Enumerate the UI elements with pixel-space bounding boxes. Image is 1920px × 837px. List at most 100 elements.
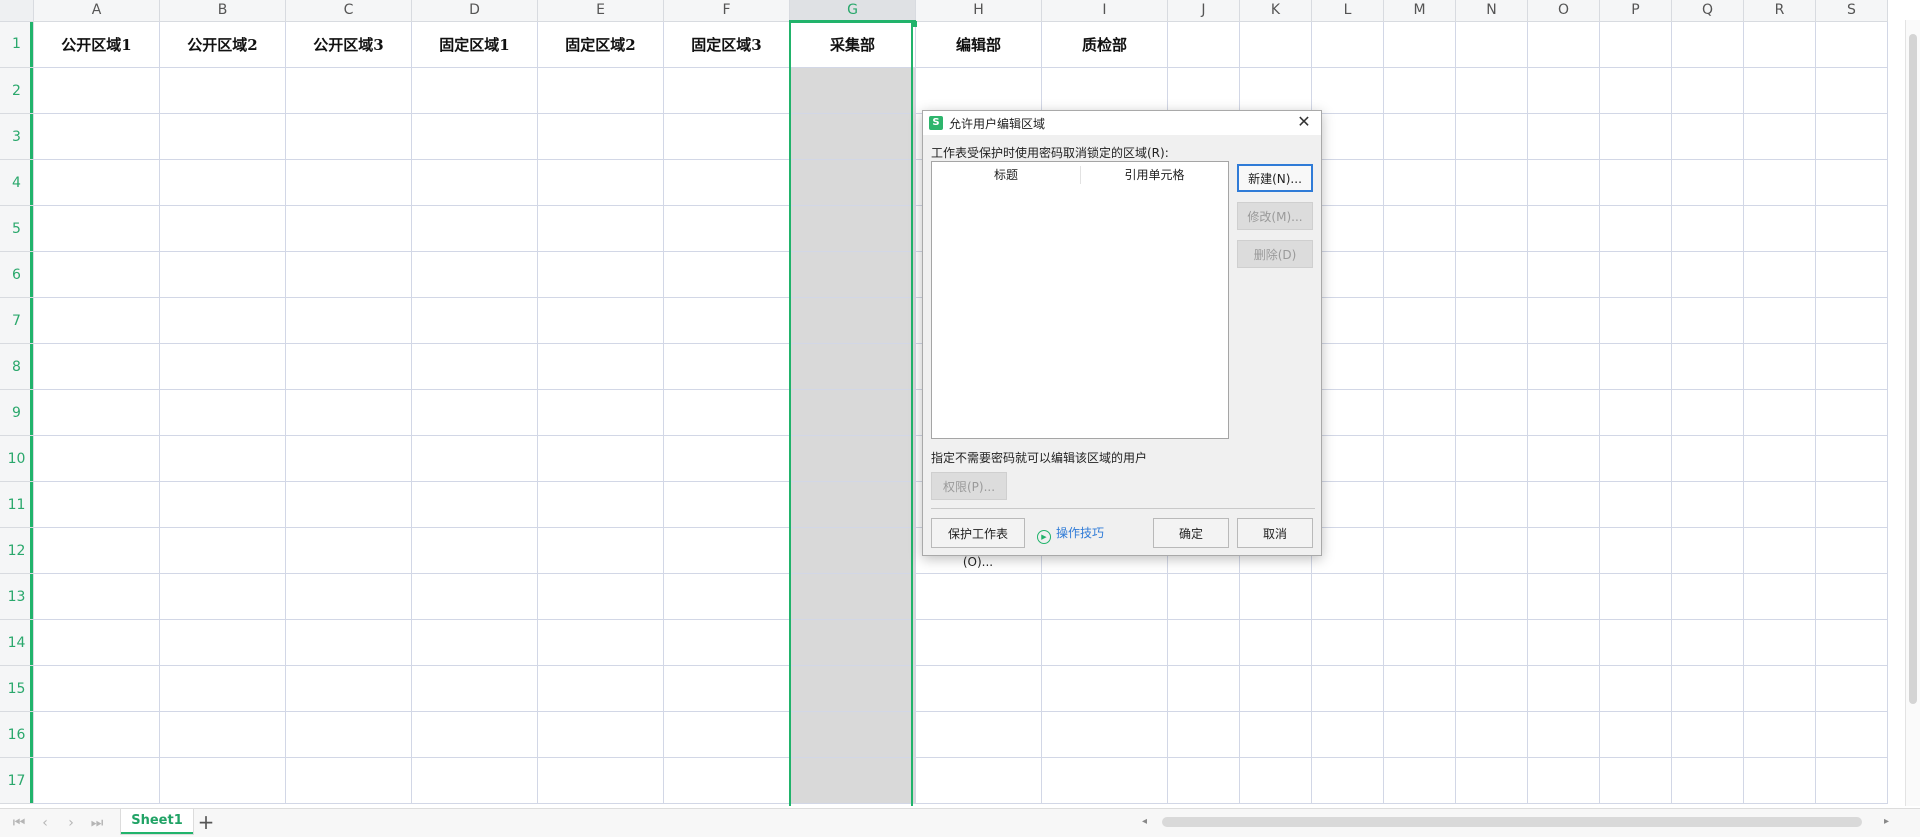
cell-s4[interactable] [1815,159,1888,206]
cell-c4[interactable] [285,159,412,206]
cell-h14[interactable] [915,619,1042,666]
cell-n13[interactable] [1455,573,1528,620]
cell-e13[interactable] [537,573,664,620]
horizontal-scrollbar[interactable]: ◂ ▸ [1140,815,1900,829]
cell-g5[interactable] [789,205,916,252]
cell-k17[interactable] [1239,757,1312,804]
cell-l1[interactable] [1311,20,1384,68]
dialog-titlebar[interactable]: S 允许用户编辑区域 ✕ [923,111,1321,135]
vertical-scroll-thumb[interactable] [1909,34,1917,704]
sheet-tab-sheet1[interactable]: Sheet1 [120,809,194,835]
cell-r11[interactable] [1743,481,1816,528]
cell-k13[interactable] [1239,573,1312,620]
cell-d3[interactable] [411,113,538,160]
cell-s10[interactable] [1815,435,1888,482]
column-header-j[interactable]: J [1167,0,1240,22]
row-header-3[interactable]: 3 [0,113,34,160]
cell-o9[interactable] [1527,389,1600,436]
protect-sheet-button[interactable]: 保护工作表(O)... [931,518,1025,569]
cell-r10[interactable] [1743,435,1816,482]
column-header-r[interactable]: R [1743,0,1816,22]
horizontal-scroll-thumb[interactable] [1162,817,1862,827]
cell-n17[interactable] [1455,757,1528,804]
cell-g8[interactable] [789,343,916,390]
cell-f2[interactable] [663,67,790,114]
ranges-list[interactable]: 标题 引用单元格 [931,161,1229,439]
last-sheet-icon[interactable]: ⏭ [88,814,106,832]
cell-r14[interactable] [1743,619,1816,666]
list-header-title[interactable]: 标题 [932,162,1080,188]
cell-g7[interactable] [789,297,916,344]
cell-o11[interactable] [1527,481,1600,528]
row-header-16[interactable]: 16 [0,711,34,758]
close-icon[interactable]: ✕ [1295,113,1313,131]
column-header-o[interactable]: O [1527,0,1600,22]
cell-m17[interactable] [1383,757,1456,804]
fill-handle[interactable] [911,21,917,27]
cell-d4[interactable] [411,159,538,206]
cell-n7[interactable] [1455,297,1528,344]
cell-a2[interactable] [33,67,160,114]
cell-s5[interactable] [1815,205,1888,252]
cell-n16[interactable] [1455,711,1528,758]
column-header-s[interactable]: S [1815,0,1888,22]
cell-h2[interactable] [915,67,1042,114]
cell-p11[interactable] [1599,481,1672,528]
cell-g16[interactable] [789,711,916,758]
column-header-e[interactable]: E [537,0,664,22]
column-header-a[interactable]: A [33,0,160,22]
cell-m9[interactable] [1383,389,1456,436]
cell-m12[interactable] [1383,527,1456,574]
cell-i15[interactable] [1041,665,1168,712]
cell-d6[interactable] [411,251,538,298]
cell-m13[interactable] [1383,573,1456,620]
cell-e11[interactable] [537,481,664,528]
cell-r7[interactable] [1743,297,1816,344]
cell-e8[interactable] [537,343,664,390]
cell-c8[interactable] [285,343,412,390]
row-header-11[interactable]: 11 [0,481,34,528]
cell-n9[interactable] [1455,389,1528,436]
cell-d15[interactable] [411,665,538,712]
cell-n5[interactable] [1455,205,1528,252]
cell-n2[interactable] [1455,67,1528,114]
cell-s17[interactable] [1815,757,1888,804]
cell-q3[interactable] [1671,113,1744,160]
cancel-button[interactable]: 取消 [1237,518,1313,548]
cell-g2[interactable] [789,67,916,114]
cell-o17[interactable] [1527,757,1600,804]
cell-s9[interactable] [1815,389,1888,436]
cell-c17[interactable] [285,757,412,804]
cell-a9[interactable] [33,389,160,436]
cell-p3[interactable] [1599,113,1672,160]
cell-o12[interactable] [1527,527,1600,574]
cell-n3[interactable] [1455,113,1528,160]
cell-r1[interactable] [1743,20,1816,68]
row-header-1[interactable]: 1 [0,20,34,68]
cell-c1[interactable]: 公开区域3 [285,20,412,68]
cell-q10[interactable] [1671,435,1744,482]
cell-g4[interactable] [789,159,916,206]
cell-p14[interactable] [1599,619,1672,666]
cell-g15[interactable] [789,665,916,712]
cell-p12[interactable] [1599,527,1672,574]
ok-button[interactable]: 确定 [1153,518,1229,548]
cell-m16[interactable] [1383,711,1456,758]
cell-b16[interactable] [159,711,286,758]
cell-a13[interactable] [33,573,160,620]
first-sheet-icon[interactable]: ⏮ [10,814,28,832]
cell-r13[interactable] [1743,573,1816,620]
cell-l2[interactable] [1311,67,1384,114]
cell-b12[interactable] [159,527,286,574]
cell-k16[interactable] [1239,711,1312,758]
cell-m14[interactable] [1383,619,1456,666]
cell-n10[interactable] [1455,435,1528,482]
cell-m3[interactable] [1383,113,1456,160]
cell-d14[interactable] [411,619,538,666]
cell-e17[interactable] [537,757,664,804]
cell-p15[interactable] [1599,665,1672,712]
cell-b7[interactable] [159,297,286,344]
row-header-17[interactable]: 17 [0,757,34,804]
cell-c15[interactable] [285,665,412,712]
cell-f11[interactable] [663,481,790,528]
